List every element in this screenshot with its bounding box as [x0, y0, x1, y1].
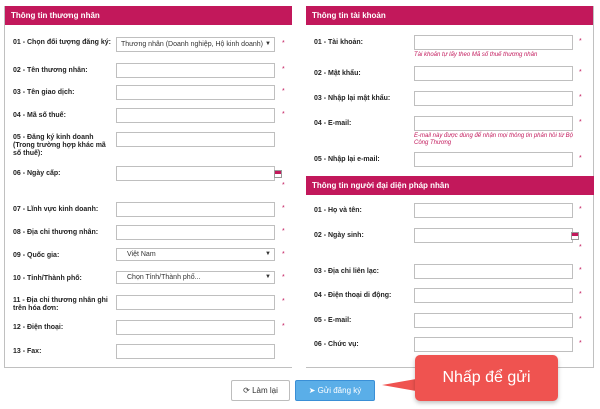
business-field-input[interactable] [116, 202, 275, 217]
required-mark: * [579, 206, 582, 213]
chevron-down-icon: ▼ [265, 274, 271, 280]
confirm-email-label: 05 - Nhập lại e-mail: [314, 156, 380, 163]
required-mark: * [282, 205, 285, 212]
chevron-down-icon: ▼ [265, 41, 271, 47]
province-label: 10 - Tỉnh/Thành phố: [13, 275, 82, 282]
merchant-name-label: 02 - Tên thương nhân: [13, 67, 88, 74]
province-value: Chọn Tỉnh/Thành phố... [127, 274, 201, 281]
birth-date-input[interactable] [414, 228, 573, 243]
fax-label: 13 - Fax: [13, 348, 42, 355]
position-label: 06 - Chức vụ: [314, 341, 359, 348]
issue-date-input[interactable] [116, 166, 275, 181]
required-mark: * [579, 119, 582, 126]
required-mark: * [579, 69, 582, 76]
entity-type-value: Thương nhân (Doanh nghiệp, Hộ kinh doanh… [121, 41, 263, 48]
required-mark: * [282, 228, 285, 235]
required-mark: * [282, 88, 285, 95]
calendar-icon[interactable] [571, 232, 579, 240]
reset-button[interactable]: ⟳ Làm lại [231, 380, 290, 401]
full-name-input[interactable] [414, 203, 573, 218]
legal-rep-header: Thông tin người đại diện pháp nhân [306, 176, 594, 195]
position-input[interactable] [414, 337, 573, 352]
tax-code-label: 04 - Mã số thuế: [13, 112, 66, 119]
business-field-label: 07 - Lĩnh vực kinh doanh: [13, 206, 99, 213]
email-label: 04 - E-mail: [314, 120, 352, 127]
birth-date-label: 02 - Ngày sinh: [314, 232, 364, 239]
confirm-password-label: 03 - Nhập lại mật khẩu: [314, 95, 391, 102]
required-mark: * [282, 274, 285, 281]
account-input[interactable] [414, 35, 573, 50]
trade-name-label: 03 - Tên giao dịch: [13, 89, 75, 96]
required-mark: * [282, 323, 285, 330]
required-mark: * [579, 267, 582, 274]
contact-address-input[interactable] [414, 264, 573, 279]
rep-email-label: 05 - E-mail: [314, 317, 352, 324]
account-hint: Tài khoản tự lấy theo Mã số thuế thương … [414, 52, 538, 58]
confirm-email-input[interactable] [414, 152, 573, 167]
email-hint: E-mail này được dùng để nhận mọi thông t… [414, 133, 573, 146]
required-mark: * [282, 40, 285, 47]
required-mark: * [579, 340, 582, 347]
legal-rep-section: Thông tin người đại diện pháp nhân 01 - … [306, 176, 594, 352]
merchant-info-header: Thông tin thương nhân [5, 6, 292, 25]
trade-name-input[interactable] [116, 85, 275, 100]
refresh-icon: ⟳ [243, 386, 250, 395]
required-mark: * [579, 244, 582, 251]
phone-label: 12 - Điện thoại: [13, 324, 64, 331]
province-select[interactable]: Chọn Tỉnh/Thành phố... ▼ [116, 271, 275, 284]
contact-address-label: 03 - Địa chỉ liên lạc: [314, 268, 379, 275]
submit-registration-button[interactable]: ➤ Gửi đăng ký [295, 380, 375, 401]
merchant-address-input[interactable] [116, 225, 275, 240]
mobile-input[interactable] [414, 288, 573, 303]
fax-input[interactable] [116, 344, 275, 359]
full-name-label: 01 - Họ và tên: [314, 207, 362, 214]
issue-date-label: 06 - Ngày cấp: [13, 170, 61, 177]
account-label: 01 - Tài khoản: [314, 39, 364, 46]
account-info-header: Thông tin tài khoản [306, 6, 593, 25]
required-mark: * [579, 38, 582, 45]
merchant-name-input[interactable] [116, 63, 275, 78]
required-mark: * [282, 66, 285, 73]
paper-plane-icon: ➤ [308, 386, 316, 395]
mobile-label: 04 - Điện thoại di động: [314, 292, 392, 299]
invoice-address-input[interactable] [116, 295, 275, 310]
entity-type-select[interactable]: Thương nhân (Doanh nghiệp, Hộ kinh doanh… [116, 37, 275, 52]
confirm-password-input[interactable] [414, 91, 573, 106]
required-mark: * [282, 298, 285, 305]
chevron-down-icon: ▼ [265, 251, 271, 257]
right-panel: Thông tin tài khoản 01 - Tài khoản: * Tà… [306, 6, 594, 368]
rep-email-input[interactable] [414, 313, 573, 328]
email-input[interactable] [414, 116, 573, 131]
merchant-info-panel: Thông tin thương nhân 01 - Chọn đối tượn… [4, 6, 292, 368]
country-label: 09 - Quốc gia: [13, 252, 60, 259]
required-mark: * [282, 182, 285, 189]
password-input[interactable] [414, 66, 573, 81]
password-label: 02 - Mật khẩu: [314, 70, 361, 77]
business-registration-label: 05 - Đăng ký kinh doanh (Trong trường hợ… [13, 134, 106, 157]
required-mark: * [579, 94, 582, 101]
calendar-icon[interactable] [274, 170, 282, 178]
invoice-address-label: 11 - Địa chỉ thương nhân ghi trên hóa đơ… [13, 297, 108, 312]
callout-pointer [382, 379, 416, 391]
submit-button-label: Gửi đăng ký [317, 386, 362, 395]
reset-button-label: Làm lại [252, 386, 278, 395]
click-to-submit-callout: Nhấp để gửi [415, 355, 558, 401]
required-mark: * [282, 251, 285, 258]
tax-code-input[interactable] [116, 108, 275, 123]
country-select[interactable]: Việt Nam ▼ [116, 248, 275, 261]
required-mark: * [579, 155, 582, 162]
required-mark: * [579, 316, 582, 323]
required-mark: * [282, 111, 285, 118]
entity-type-label: 01 - Chọn đối tượng đăng ký: [13, 39, 111, 46]
merchant-address-label: 08 - Địa chỉ thương nhân: [13, 229, 99, 236]
required-mark: * [579, 291, 582, 298]
business-registration-input[interactable] [116, 132, 275, 147]
country-value: Việt Nam [127, 251, 156, 258]
phone-input[interactable] [116, 320, 275, 335]
